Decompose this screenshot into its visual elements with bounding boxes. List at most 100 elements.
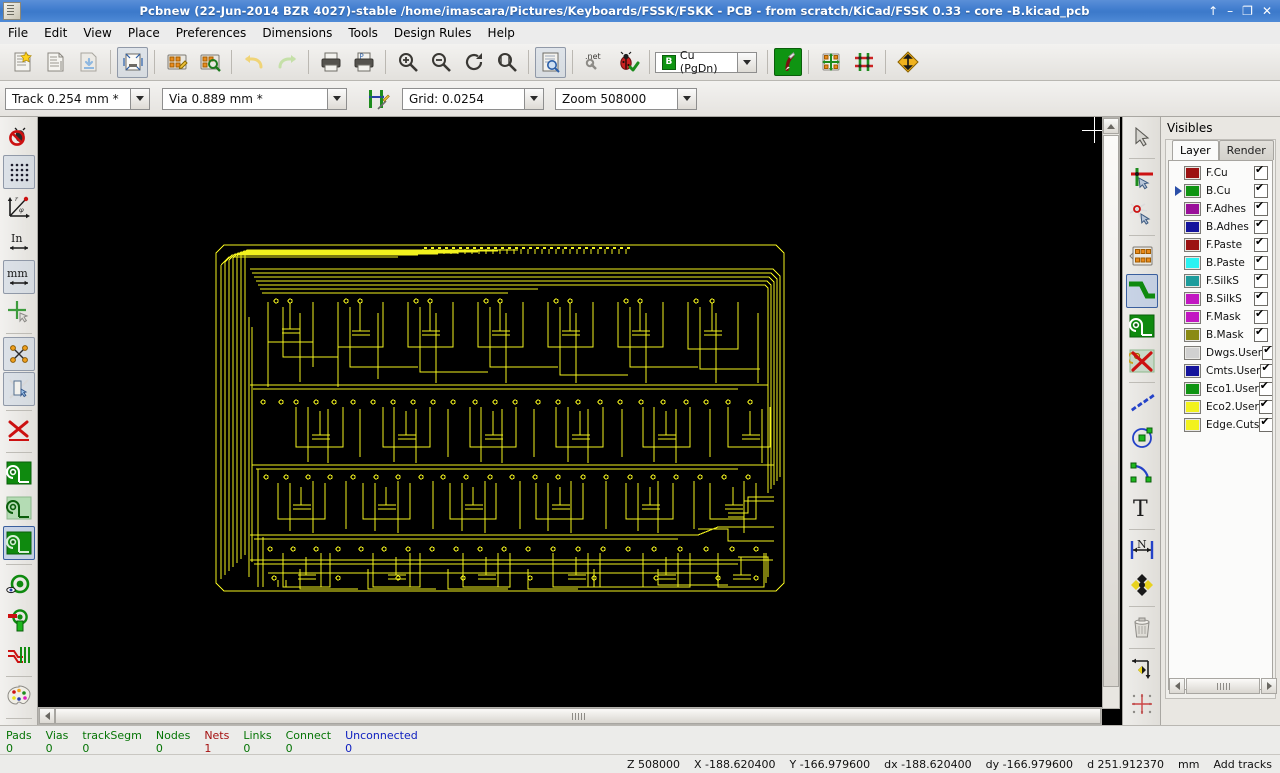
save-board-button[interactable] bbox=[73, 47, 104, 78]
add-arc-tool[interactable] bbox=[1126, 456, 1158, 490]
canvas-vertical-scrollbar[interactable] bbox=[1102, 117, 1120, 709]
layer-visibility-checkbox[interactable] bbox=[1254, 290, 1268, 306]
scroll-up-button[interactable] bbox=[1103, 118, 1119, 134]
add-zone-tool[interactable] bbox=[1126, 309, 1158, 343]
add-module-tool[interactable] bbox=[1126, 239, 1158, 273]
close-button[interactable]: ✕ bbox=[1262, 5, 1272, 17]
layer-visibility-checkbox[interactable] bbox=[1254, 326, 1268, 342]
layer-visibility-checkbox[interactable] bbox=[1254, 200, 1268, 216]
show-zones-disable-toggle[interactable] bbox=[2, 526, 35, 560]
plot-button[interactable]: P bbox=[348, 47, 379, 78]
layer-row[interactable]: B.SilkS bbox=[1169, 290, 1272, 308]
layer-row[interactable]: F.SilkS bbox=[1169, 272, 1272, 290]
layer-selector-arrow[interactable] bbox=[737, 51, 757, 73]
show-ratsnest-button[interactable] bbox=[848, 47, 879, 78]
layer-visibility-checkbox[interactable] bbox=[1258, 380, 1272, 396]
layer-visibility-checkbox[interactable] bbox=[1262, 344, 1272, 360]
high-contrast-button[interactable] bbox=[892, 47, 923, 78]
layer-color-swatch[interactable] bbox=[1184, 328, 1201, 342]
layer-color-swatch[interactable] bbox=[1184, 292, 1201, 306]
track-width-arrow[interactable] bbox=[130, 87, 150, 110]
layer-row[interactable]: Edge.Cuts bbox=[1169, 416, 1272, 434]
zoom-redraw-button[interactable] bbox=[458, 47, 489, 78]
highlight-net-tool[interactable] bbox=[1126, 162, 1158, 196]
open-module-editor-button[interactable] bbox=[161, 47, 192, 78]
layer-color-swatch[interactable] bbox=[1184, 166, 1201, 180]
menu-preferences[interactable]: Preferences bbox=[168, 23, 255, 43]
add-dimension-tool[interactable]: N bbox=[1126, 533, 1158, 567]
units-mm-toggle[interactable]: mm bbox=[2, 260, 35, 294]
layer-row[interactable]: Eco1.User bbox=[1169, 380, 1272, 398]
layer-color-swatch[interactable] bbox=[1184, 220, 1201, 234]
menu-view[interactable]: View bbox=[75, 23, 119, 43]
show-module-ratsnest-toggle[interactable] bbox=[2, 372, 35, 406]
layer-color-swatch[interactable] bbox=[1184, 184, 1201, 198]
layer-visibility-checkbox[interactable] bbox=[1259, 416, 1272, 432]
zoom-in-button[interactable] bbox=[392, 47, 423, 78]
delete-zone-tool[interactable] bbox=[1126, 344, 1158, 378]
layer-row[interactable]: Dwgs.User bbox=[1169, 344, 1272, 362]
zoom-combo[interactable]: Zoom 508000 bbox=[555, 87, 697, 110]
layer-visibility-checkbox[interactable] bbox=[1254, 254, 1268, 270]
add-keepout-tool[interactable] bbox=[1126, 386, 1158, 420]
layer-row[interactable]: Eco2.User bbox=[1169, 398, 1272, 416]
vias-sketch-toggle[interactable] bbox=[3, 603, 35, 637]
set-grid-origin-tool[interactable] bbox=[1126, 687, 1158, 721]
units-inch-toggle[interactable]: In bbox=[3, 225, 35, 259]
netclass-button[interactable] bbox=[362, 83, 393, 114]
find-button[interactable] bbox=[535, 46, 566, 78]
scroll-left-button[interactable] bbox=[39, 708, 55, 724]
open-board-button[interactable] bbox=[40, 47, 71, 78]
layer-visibility-checkbox[interactable] bbox=[1260, 362, 1272, 378]
visibles-horizontal-scrollbar[interactable] bbox=[1169, 678, 1277, 694]
layer-row[interactable]: F.Adhes bbox=[1169, 200, 1272, 218]
page-settings-button[interactable] bbox=[117, 46, 148, 78]
zoom-out-button[interactable] bbox=[425, 47, 456, 78]
visibles-scroll-thumb[interactable] bbox=[1186, 678, 1260, 694]
mode-track-button[interactable] bbox=[774, 48, 802, 76]
horizontal-scroll-thumb[interactable] bbox=[55, 708, 1101, 724]
cursor-shape-toggle[interactable] bbox=[3, 295, 35, 329]
show-ratsnest-toggle[interactable] bbox=[2, 337, 35, 371]
drc-button[interactable] bbox=[612, 47, 643, 78]
layer-color-swatch[interactable] bbox=[1184, 310, 1201, 324]
undo-button[interactable] bbox=[238, 47, 269, 78]
grid-combo[interactable]: Grid: 0.0254 bbox=[402, 87, 544, 110]
layer-row[interactable]: F.Paste bbox=[1169, 236, 1272, 254]
visibles-scroll-right-button[interactable] bbox=[1261, 678, 1277, 694]
menu-place[interactable]: Place bbox=[120, 23, 168, 43]
layer-visibility-checkbox[interactable] bbox=[1254, 218, 1268, 234]
vertical-scroll-thumb[interactable] bbox=[1103, 135, 1119, 687]
zoom-arrow[interactable] bbox=[677, 87, 697, 110]
mode-module-button[interactable] bbox=[815, 47, 846, 78]
layer-visibility-checkbox[interactable] bbox=[1254, 164, 1268, 180]
layer-color-swatch[interactable] bbox=[1184, 274, 1201, 288]
local-ratsnest-tool[interactable] bbox=[1126, 197, 1158, 231]
add-circle-tool[interactable] bbox=[1126, 421, 1158, 455]
add-track-tool[interactable] bbox=[1125, 274, 1158, 308]
layer-visibility-checkbox[interactable] bbox=[1254, 308, 1268, 324]
auto-delete-tracks-toggle[interactable] bbox=[3, 414, 35, 448]
layer-color-swatch[interactable] bbox=[1184, 382, 1201, 396]
palette-icon[interactable] bbox=[3, 680, 35, 714]
layer-color-swatch[interactable] bbox=[1184, 202, 1201, 216]
layer-visibility-checkbox[interactable] bbox=[1258, 398, 1272, 414]
tab-layer[interactable]: Layer bbox=[1172, 140, 1219, 160]
rollup-button[interactable]: ↑ bbox=[1208, 5, 1218, 17]
layer-row[interactable]: B.Adhes bbox=[1169, 218, 1272, 236]
track-width-combo[interactable]: Track 0.254 mm * bbox=[5, 87, 150, 110]
new-board-button[interactable] bbox=[7, 47, 38, 78]
grid-arrow[interactable] bbox=[524, 87, 544, 110]
layer-row[interactable]: F.Cu bbox=[1169, 164, 1272, 182]
menu-file[interactable]: File bbox=[0, 23, 36, 43]
layer-row[interactable]: B.Cu bbox=[1169, 182, 1272, 200]
layer-list[interactable]: F.Cu B.Cu F.Adhes B.Adhes F.Paste B.Paste F.Si… bbox=[1168, 160, 1273, 690]
show-zones-outline-only-toggle[interactable] bbox=[3, 491, 35, 525]
maximize-button[interactable]: ❐ bbox=[1242, 5, 1253, 17]
visibles-scroll-left-button[interactable] bbox=[1169, 678, 1185, 694]
tab-render[interactable]: Render bbox=[1218, 140, 1274, 160]
layer-visibility-checkbox[interactable] bbox=[1254, 236, 1268, 252]
set-origin-tool[interactable] bbox=[1126, 652, 1158, 686]
pads-sketch-toggle[interactable] bbox=[3, 568, 35, 602]
layer-color-swatch[interactable] bbox=[1184, 418, 1201, 432]
